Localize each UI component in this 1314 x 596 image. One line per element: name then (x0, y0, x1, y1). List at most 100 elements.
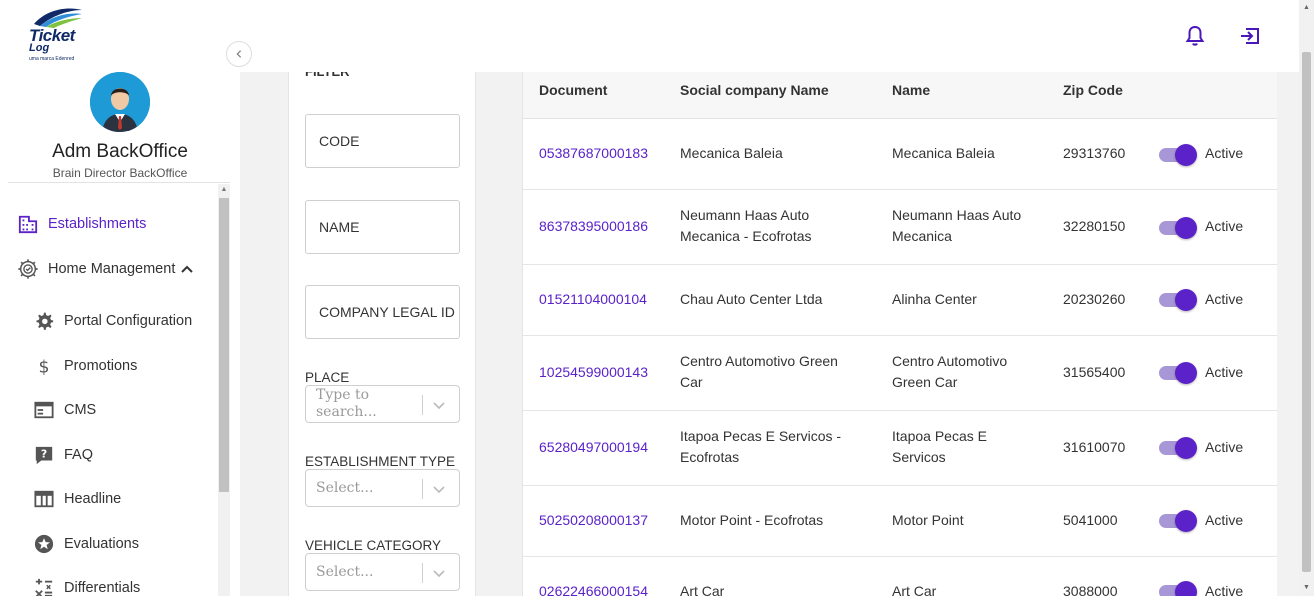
document-link[interactable]: 10254599000143 (539, 362, 648, 383)
page-scrollbar-thumb[interactable] (1302, 52, 1311, 572)
table-row[interactable]: 86378395000186 Neumann Haas Auto Mecanic… (523, 190, 1277, 265)
column-header-name[interactable]: Name (892, 82, 930, 98)
sidebar-menu: Establishments Home Management Portal Co… (0, 184, 216, 596)
sidebar-item-promotions[interactable]: $ Promotions (0, 346, 216, 386)
social-company-name: Car (680, 374, 703, 390)
establishment-type-select[interactable]: Select... (305, 469, 460, 507)
zip-code: 31565400 (1063, 364, 1126, 380)
code-input[interactable]: CODE (305, 114, 460, 168)
avatar[interactable] (90, 72, 150, 132)
zip-code: 31610070 (1063, 439, 1126, 455)
select-separator (422, 395, 423, 415)
status-toggle[interactable] (1159, 510, 1197, 532)
sidebar-item-label: Differentials (64, 580, 141, 596)
table-row[interactable]: 02622466000154 Art Car Art Car 3088000 A… (523, 557, 1277, 596)
select-separator (422, 563, 423, 583)
social-company-name: Ecofrotas (680, 449, 740, 465)
building-icon (17, 213, 39, 235)
table-row[interactable]: 01521104000104 Chau Auto Center Ltda Ali… (523, 265, 1277, 336)
zip-code: 20230260 (1063, 291, 1126, 307)
svg-text:$: $ (39, 357, 50, 376)
zip-code: 32280150 (1063, 218, 1126, 234)
document-link[interactable]: 65280497000194 (539, 437, 648, 458)
table-row[interactable]: 50250208000137 Motor Point - Ecofrotas M… (523, 486, 1277, 557)
sidebar-item-cms[interactable]: CMS (0, 390, 216, 430)
sidebar-item-home-management[interactable]: Home Management (0, 249, 216, 289)
page-scrollbar[interactable]: ▲ ▼ (1299, 0, 1314, 596)
column-header-social-company-name[interactable]: Social company Name (680, 82, 829, 98)
sidebar-item-label: Portal Configuration (64, 313, 193, 329)
table-row[interactable]: 05387687000183 Mecanica Baleia Mecanica … (523, 119, 1277, 190)
logout-icon[interactable] (1238, 24, 1262, 48)
filter-panel: FILTER CODE NAME COMPANY LEGAL ID PLACE … (288, 64, 476, 596)
social-company-name: Itapoa Pecas E Servicos - (680, 428, 842, 444)
table-icon (33, 488, 55, 510)
sidebar-item-label: Home Management (48, 261, 176, 277)
social-company-name: Chau Auto Center Ltda (680, 291, 823, 307)
sidebar-item-label: Evaluations (64, 536, 139, 552)
document-link[interactable]: 02622466000154 (539, 581, 648, 596)
vehicle-category-select[interactable]: Select... (305, 553, 460, 591)
table-row[interactable]: 65280497000194 Itapoa Pecas E Servicos -… (523, 411, 1277, 486)
sidebar-item-differentials[interactable]: Differentials (0, 568, 216, 596)
logo-swoosh-icon (34, 8, 82, 28)
establishment-name: Itapoa Pecas E (892, 428, 987, 444)
sidebar-item-label: CMS (64, 402, 97, 418)
company-legal-id-input[interactable]: COMPANY LEGAL ID (305, 285, 460, 339)
social-company-name: Mecanica - Ecofrotas (680, 228, 812, 244)
status-toggle[interactable] (1159, 581, 1197, 596)
zip-code: 3088000 (1063, 583, 1118, 596)
user-role: Brain Director BackOffice (52, 166, 188, 180)
name-input[interactable]: NAME (305, 200, 460, 254)
status-toggle[interactable] (1159, 289, 1197, 311)
scroll-up-arrow-icon[interactable]: ▲ (220, 186, 228, 194)
place-select[interactable]: Type to search... (305, 385, 460, 423)
table-row[interactable]: 10254599000143 Centro Automotivo Green C… (523, 336, 1277, 411)
sidebar-scrollbar[interactable]: ▲ (218, 184, 230, 596)
column-header-document[interactable]: Document (539, 82, 607, 98)
vehicle-category-placeholder: Select... (316, 564, 374, 580)
sidebar-scrollbar-thumb[interactable] (219, 198, 229, 492)
sidebar-item-portal-configuration[interactable]: Portal Configuration (0, 301, 216, 341)
zip-code: 29313760 (1063, 145, 1126, 161)
ticket-log-logo[interactable]: Ticket Log uma marca Edenred (26, 6, 86, 64)
bell-icon[interactable] (1183, 24, 1207, 48)
social-company-name: Neumann Haas Auto (680, 207, 810, 223)
sidebar-item-establishments[interactable]: Establishments (0, 204, 216, 244)
table-header: Document Social company Name Name Zip Co… (523, 72, 1277, 119)
social-company-name: Centro Automotivo Green (680, 353, 838, 369)
logo-tagline: uma marca Edenred (29, 56, 75, 62)
document-link[interactable]: 86378395000186 (539, 216, 648, 237)
sidebar-item-faq[interactable]: ? FAQ (0, 435, 216, 475)
user-name: Adm BackOffice (52, 141, 188, 162)
sidebar-item-headline[interactable]: Headline (0, 479, 216, 519)
status-label: Active (1205, 512, 1244, 528)
sidebar-item-label: Promotions (64, 358, 138, 374)
status-toggle[interactable] (1159, 362, 1197, 384)
status-label: Active (1205, 583, 1244, 596)
establishment-name: Alinha Center (892, 291, 977, 307)
establishment-name: Mecanica Baleia (892, 145, 995, 161)
place-placeholder: Type to search... (316, 387, 377, 420)
status-toggle[interactable] (1159, 144, 1197, 166)
document-link[interactable]: 50250208000137 (539, 510, 648, 531)
gear-icon (33, 310, 55, 332)
chevron-down-icon (433, 486, 445, 494)
tools-icon (33, 577, 55, 596)
dollar-icon: $ (33, 355, 55, 377)
social-company-name: Motor Point - Ecofrotas (680, 512, 824, 528)
scroll-down-arrow-icon[interactable]: ▼ (1303, 584, 1310, 591)
status-toggle[interactable] (1159, 217, 1197, 239)
status-toggle[interactable] (1159, 437, 1197, 459)
main-content: FILTER CODE NAME COMPANY LEGAL ID PLACE … (240, 64, 1299, 596)
divider (8, 182, 230, 183)
column-header-zip-code[interactable]: Zip Code (1063, 82, 1123, 98)
chevron-down-icon (433, 570, 445, 578)
collapse-sidebar-button[interactable] (226, 41, 252, 67)
sidebar-item-evaluations[interactable]: Evaluations (0, 524, 216, 564)
scroll-up-arrow-icon[interactable]: ▲ (1303, 4, 1310, 11)
establishment-name: Servicos (892, 449, 946, 465)
chevron-down-icon (433, 402, 445, 410)
document-link[interactable]: 05387687000183 (539, 143, 648, 164)
document-link[interactable]: 01521104000104 (539, 289, 647, 310)
